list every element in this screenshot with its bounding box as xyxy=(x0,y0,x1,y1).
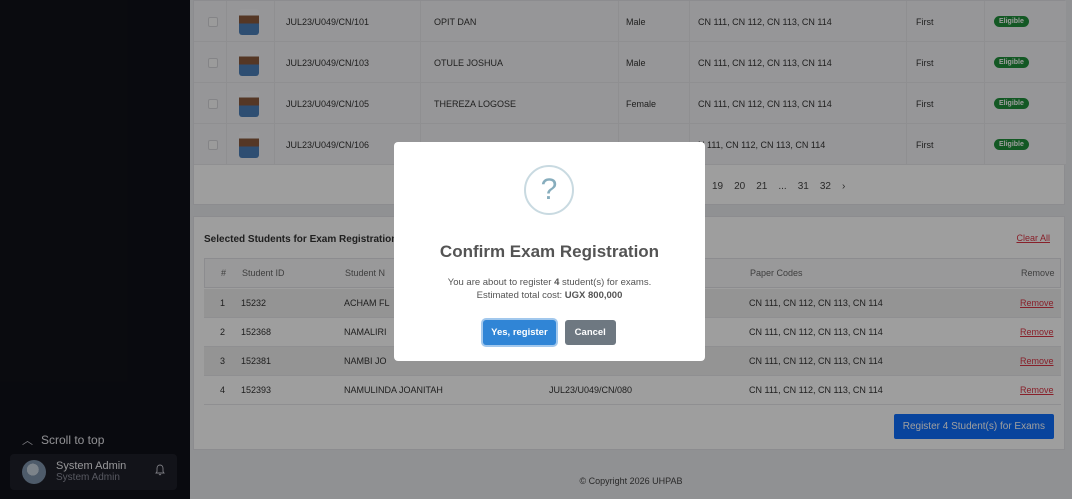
message-prefix: You are about to register xyxy=(447,277,555,288)
cost-label: Estimated total cost: xyxy=(476,290,565,301)
cost-amount: UGX 800,000 xyxy=(564,290,623,301)
confirm-dialog: ? Confirm Exam Registration You are abou… xyxy=(394,142,705,361)
confirm-button[interactable]: Yes, register xyxy=(483,320,556,345)
message-suffix: student(s) for exams. xyxy=(559,277,652,288)
dialog-title: Confirm Exam Registration xyxy=(439,242,660,261)
dialog-message: You are about to register 4 student(s) f… xyxy=(394,276,705,302)
question-icon: ? xyxy=(524,165,574,215)
cancel-button[interactable]: Cancel xyxy=(564,320,616,345)
